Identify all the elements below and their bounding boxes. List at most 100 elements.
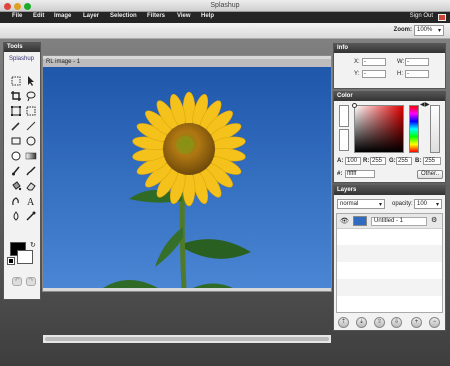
smudge-icon[interactable] [10, 195, 22, 207]
splashup-logo: Splashup [9, 56, 35, 62]
swap-colors-icon[interactable]: ↻ [30, 241, 36, 249]
alpha-label: A: [337, 158, 344, 164]
brush-icon[interactable] [10, 165, 22, 177]
chevron-down-icon: ▾ [437, 28, 441, 34]
opacity-value: 100 [417, 201, 428, 207]
pencil-icon[interactable] [10, 120, 22, 132]
sunflower-image[interactable] [43, 67, 331, 288]
layers-panel: Layers normal ▾ opacity: 100 ▾ 👁 Untitle… [333, 185, 446, 331]
hex-label: #: [337, 171, 343, 177]
menu-file[interactable]: File [12, 13, 22, 19]
chevron-down-icon: ▾ [378, 202, 382, 208]
w-field: - [405, 58, 429, 66]
marquee-rect-icon[interactable] [10, 75, 22, 87]
list-stripe [337, 279, 442, 296]
w-label: W: [397, 59, 405, 65]
blue-field[interactable]: 255 [423, 157, 441, 165]
crop-icon[interactable] [10, 90, 22, 102]
merge-layer-icon[interactable]: ⇣ [356, 317, 367, 328]
list-item[interactable]: 👁 Untitled - 1 ⚙ [337, 214, 442, 229]
blur-drop-icon[interactable] [10, 210, 22, 222]
color-panel: Color ◀ ▶ A: 100 R: 255 G: 255 B: 255 #:… [333, 91, 446, 183]
red-label: R: [363, 158, 370, 164]
layer-settings-icon[interactable]: ⚙ [431, 216, 437, 224]
green-field[interactable]: 255 [396, 157, 412, 165]
h-label: H: [397, 71, 403, 77]
paint-bucket-icon[interactable] [10, 180, 22, 192]
layer-up-icon[interactable]: ⇧ [374, 317, 385, 328]
add-layer-icon[interactable]: + [411, 317, 422, 328]
color-panel-title: Color [334, 92, 445, 101]
layer-name[interactable]: Untitled - 1 [371, 217, 427, 226]
zoom-value: 100% [417, 27, 433, 33]
tools-panel-title: Tools [4, 43, 40, 52]
y-label: Y: [354, 71, 360, 77]
ellipse-icon[interactable] [25, 135, 37, 147]
opacity-select[interactable]: 100 ▾ [414, 199, 442, 209]
eyedropper-icon[interactable] [25, 210, 37, 222]
color-picker-handle[interactable] [352, 103, 357, 108]
hue-slider-arrow-icon: ◀ [420, 102, 425, 108]
blue-label: B: [415, 158, 422, 164]
image-window: RL image - 1 [42, 55, 332, 343]
hex-field[interactable]: ffffff [345, 170, 375, 178]
menu-image[interactable]: Image [54, 13, 71, 19]
circle-fill-icon[interactable] [10, 150, 22, 162]
close-icon[interactable] [438, 14, 446, 21]
image-window-title: RL image - 1 [43, 59, 331, 67]
blend-mode-select[interactable]: normal ▾ [337, 199, 385, 209]
line-icon[interactable] [25, 120, 37, 132]
lasso-icon[interactable] [25, 90, 37, 102]
text-icon[interactable]: A [25, 195, 37, 208]
blend-mode-value: normal [340, 201, 359, 207]
gradient-icon[interactable] [25, 150, 37, 162]
x-label: X: [354, 59, 360, 65]
tools-panel: Tools Splashup A ↻ ↶ ↷ [3, 42, 41, 300]
sign-out-link[interactable]: Sign Out [410, 13, 433, 19]
menu-view[interactable]: View [177, 13, 191, 19]
layer-thumbnail [353, 216, 367, 226]
eye-icon[interactable]: 👁 [340, 217, 349, 225]
x-field: - [362, 58, 386, 66]
alpha-field[interactable]: 100 [345, 157, 361, 165]
eraser-icon[interactable] [25, 180, 37, 192]
y-field: - [362, 70, 386, 78]
background-color-swatch[interactable] [17, 250, 33, 264]
other-color-button[interactable]: Other.. [417, 170, 443, 179]
hue-slider[interactable] [409, 105, 419, 153]
menu-filters[interactable]: Filters [147, 13, 165, 19]
horizontal-scrollbar[interactable] [43, 335, 331, 343]
svg-text:A: A [27, 197, 35, 207]
h-field: - [405, 70, 429, 78]
opacity-label: opacity: [392, 201, 413, 207]
selection-transform-icon[interactable] [25, 105, 37, 117]
rectangle-icon[interactable] [10, 135, 22, 147]
menu-bar: File Edit Image Layer Selection Filters … [0, 12, 450, 23]
red-field[interactable]: 255 [370, 157, 386, 165]
delete-layer-icon[interactable]: − [429, 317, 440, 328]
menu-layer[interactable]: Layer [83, 13, 99, 19]
default-colors-icon[interactable] [7, 257, 15, 265]
menu-selection[interactable]: Selection [110, 13, 137, 19]
undo-button[interactable]: ↶ [12, 277, 22, 286]
menu-help[interactable]: Help [201, 13, 214, 19]
window-titlebar: Splashup [0, 0, 450, 12]
menu-edit[interactable]: Edit [33, 13, 44, 19]
redo-button[interactable]: ↷ [26, 277, 36, 286]
move-arrow-icon[interactable] [25, 75, 37, 87]
current-color-swatch [339, 105, 349, 127]
green-label: G: [389, 158, 396, 164]
alpha-slider-arrow-icon: ▶ [425, 102, 430, 108]
alpha-slider[interactable] [430, 105, 440, 153]
move-layer-up-icon[interactable]: ⇡ [338, 317, 349, 328]
transform-icon[interactable] [10, 105, 22, 117]
clone-brush-icon[interactable] [25, 165, 37, 177]
layer-down-icon[interactable]: ⇩ [391, 317, 402, 328]
zoom-label: Zoom: [393, 27, 412, 33]
zoom-select[interactable]: 100% ▾ [414, 25, 444, 36]
previous-color-swatch [339, 129, 349, 151]
color-field[interactable] [354, 105, 404, 153]
layers-panel-title: Layers [334, 186, 445, 195]
options-toolbar: Zoom: 100% ▾ [0, 23, 450, 39]
info-panel: Info X: - W: - Y: - H: - [333, 43, 446, 89]
